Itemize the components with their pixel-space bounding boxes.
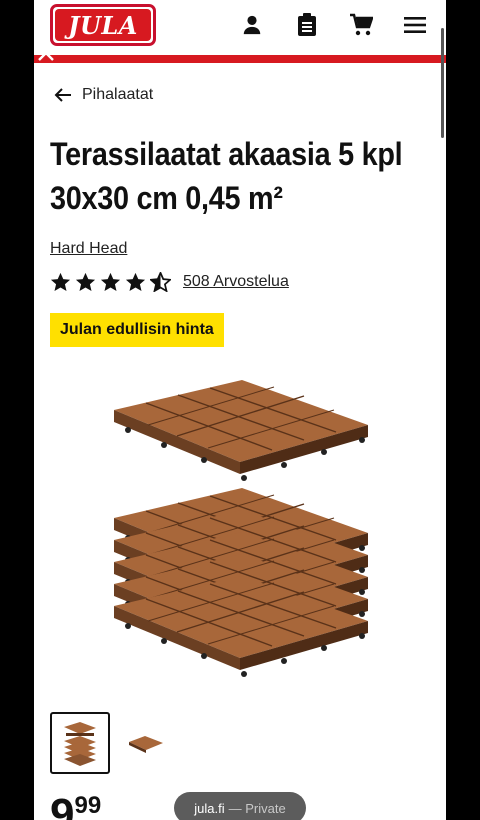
browser-url-pill[interactable]: jula.fi — Private (174, 792, 306, 820)
star-icon (100, 272, 121, 291)
logo-text: JULA (68, 10, 138, 40)
thumbnail-1[interactable] (50, 712, 110, 774)
price-main: 9 (50, 790, 75, 820)
jula-logo[interactable]: JULA (50, 4, 156, 46)
reviews-link[interactable]: 508 Arvostelua (183, 273, 289, 291)
url-domain: jula.fi (194, 800, 225, 816)
price-cents: 99 (74, 792, 102, 819)
rating[interactable]: 508 Arvostelua (50, 272, 289, 292)
thumbnail-2[interactable] (126, 724, 166, 764)
close-icon[interactable] (36, 43, 56, 63)
header-red-bar (34, 55, 446, 63)
product-image[interactable] (104, 370, 384, 700)
product-page: JULA Pihalaatat Terassilaatat akaasia 5 … (34, 0, 446, 820)
star-half-icon (150, 272, 171, 292)
star-rating (50, 272, 171, 292)
scrollbar[interactable] (441, 28, 444, 138)
breadcrumb[interactable]: Pihalaatat (54, 86, 153, 104)
lowest-price-badge: Julan edullisin hinta (50, 313, 224, 347)
brand-link[interactable]: Hard Head (50, 240, 127, 258)
arrow-left-icon (54, 88, 71, 102)
cart-icon[interactable] (348, 12, 374, 38)
user-icon[interactable] (239, 12, 265, 38)
price: 999 (50, 790, 101, 820)
private-mode-label: — Private (228, 800, 286, 816)
breadcrumb-label: Pihalaatat (82, 86, 154, 103)
product-title: Terassilaatat akaasia 5 kpl 30x30 cm 0,4… (50, 132, 403, 220)
star-icon (50, 272, 71, 291)
site-header: JULA (34, 0, 446, 56)
star-icon (75, 272, 96, 291)
menu-icon[interactable] (402, 12, 428, 38)
star-icon (125, 272, 146, 291)
title-line-1: Terassilaatat akaasia 5 kpl (50, 136, 403, 172)
title-line-2: 30x30 cm 0,45 m² (50, 180, 283, 216)
shopping-list-icon[interactable] (294, 12, 320, 38)
